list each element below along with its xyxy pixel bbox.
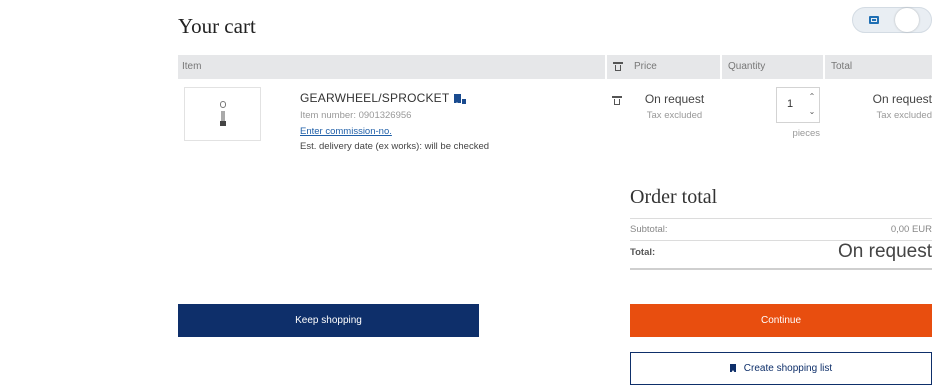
divider — [630, 268, 932, 270]
create-shopping-list-button[interactable]: Create shopping list — [630, 352, 932, 385]
keep-shopping-button[interactable]: Keep shopping — [178, 304, 479, 337]
item-price: On request — [644, 92, 705, 106]
toggle-knob[interactable] — [895, 8, 919, 32]
column-header-delete[interactable] — [607, 55, 629, 79]
item-total-tax-note: Tax excluded — [876, 110, 932, 121]
view-toggle[interactable] — [852, 7, 932, 33]
total-value: On request — [838, 241, 932, 262]
item-total: On request — [872, 92, 932, 106]
quantity-unit: pieces — [792, 128, 820, 139]
delete-item-button[interactable] — [612, 92, 622, 110]
bookmark-icon[interactable] — [454, 94, 462, 105]
commission-link[interactable]: Enter commission-no. — [300, 126, 392, 137]
subtotal-label: Subtotal: — [630, 224, 668, 235]
column-header-quantity: Quantity — [722, 55, 823, 79]
order-total-title: Order total — [630, 186, 718, 208]
trash-icon[interactable] — [612, 96, 622, 106]
create-shopping-list-label: Create shopping list — [743, 363, 833, 374]
delivery-date: Est. delivery date (ex works): will be c… — [300, 141, 490, 152]
trash-icon[interactable] — [613, 61, 623, 71]
subtotal-value: 0,00 EUR — [890, 224, 932, 235]
quantity-value[interactable]: 1 — [787, 98, 793, 110]
bookmark-icon — [729, 364, 736, 373]
chevron-down-icon[interactable]: ⌄ — [808, 108, 816, 116]
page-title: Your cart — [178, 14, 256, 38]
column-header-total: Total — [825, 55, 932, 79]
grid-view-icon — [869, 16, 879, 24]
item-price-tax-note: Tax excluded — [646, 110, 703, 121]
divider — [630, 218, 932, 219]
product-name-text[interactable]: GEARWHEEL/SPROCKET — [300, 91, 449, 105]
quantity-stepper[interactable]: 1 ⌃ ⌄ — [776, 87, 820, 123]
product-name[interactable]: GEARWHEEL/SPROCKET — [300, 91, 467, 105]
bookmark-badge-icon — [462, 99, 467, 104]
continue-button[interactable]: Continue — [630, 304, 932, 337]
column-header-price: Price — [629, 55, 720, 79]
column-header-item: Item — [178, 55, 605, 79]
product-image[interactable] — [184, 87, 261, 141]
total-label: Total: — [630, 247, 656, 258]
product-part-illustration — [220, 101, 226, 129]
item-number: Item number: 0901326956 — [300, 110, 412, 121]
chevron-up-icon[interactable]: ⌃ — [808, 93, 816, 101]
